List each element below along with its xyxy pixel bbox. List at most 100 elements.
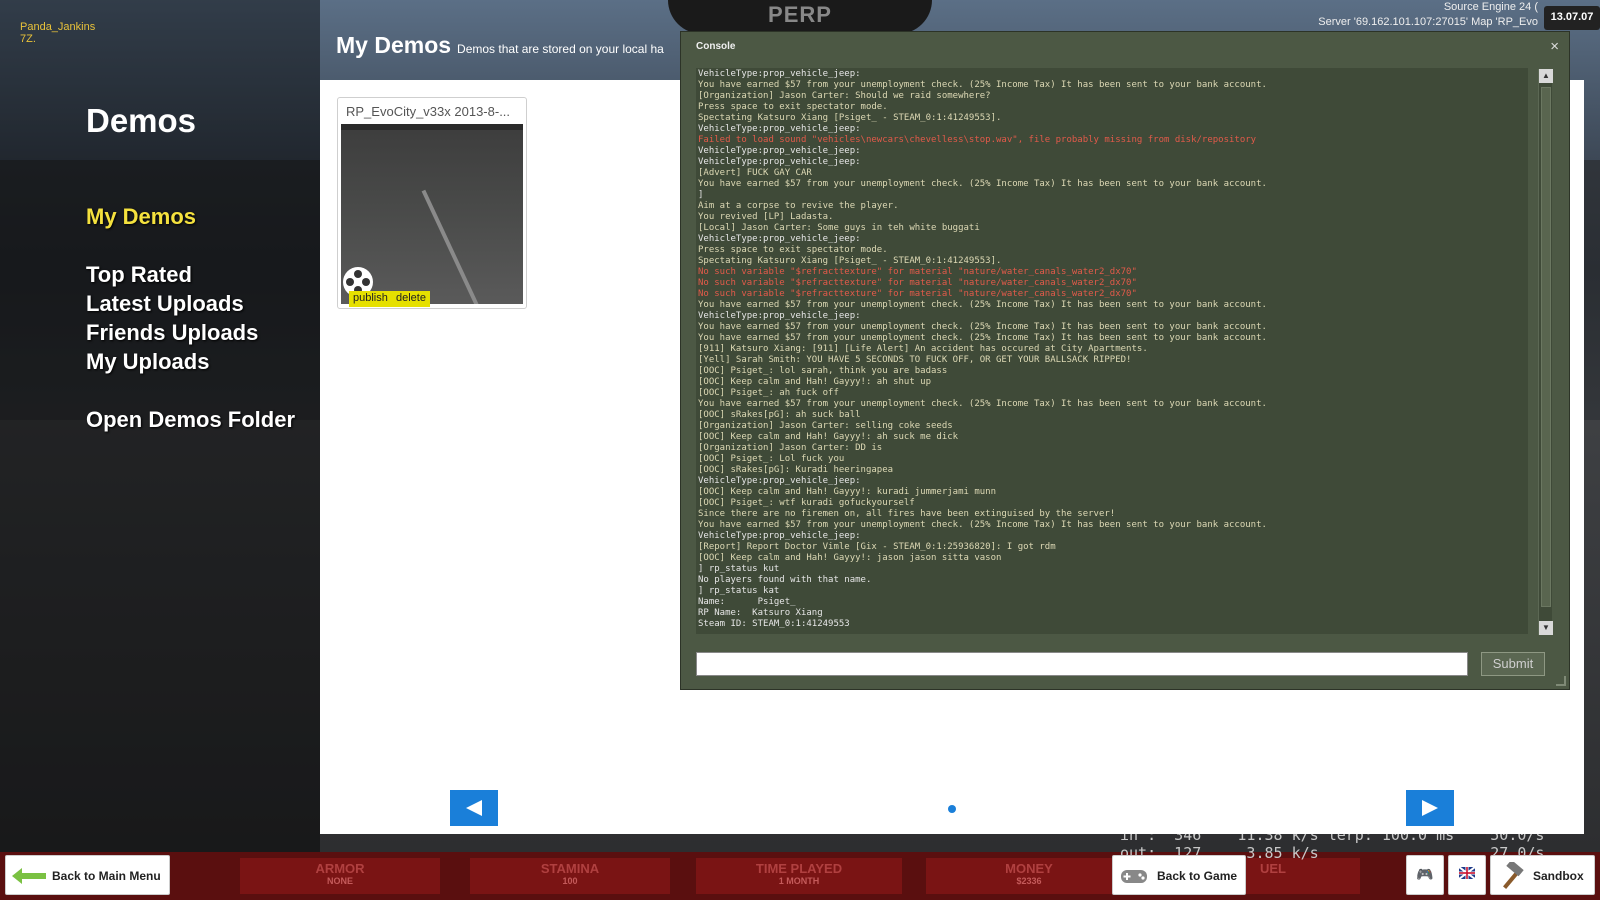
uk-flag-icon[interactable]	[1448, 855, 1486, 895]
thumb-edge	[341, 124, 523, 130]
console-line: [Local] Jason Carter: Some guys in teh w…	[698, 223, 980, 233]
arrow-left-icon	[466, 800, 482, 816]
console-line: [OOC] Keep calm and Hah! Gayyy!: kuradi …	[698, 487, 997, 497]
console-line: You have earned $57 from your unemployme…	[698, 300, 1267, 310]
console-line: Press space to exit spectator mode.	[698, 245, 888, 255]
console-log[interactable]: VehicleType:prop_vehicle_jeep: You have e…	[696, 68, 1528, 634]
page-subtitle: Demos that are stored on your local ha	[457, 42, 664, 56]
console-line: ]	[698, 190, 704, 200]
engine-info: Source Engine 24 ( Server '69.162.101.10…	[1318, 0, 1538, 30]
console-line: VehicleType:prop_vehicle_jeep:	[698, 146, 861, 156]
demo-title: RP_EvoCity_v33x 2013-8-...	[346, 104, 511, 119]
sidebar-item-my-demos[interactable]: My Demos	[86, 204, 196, 230]
back-to-game-label: Back to Game	[1157, 869, 1238, 883]
console-line: You have earned $57 from your unemployme…	[698, 179, 1267, 189]
page-title: My Demos Demos that are stored on your lo…	[336, 32, 664, 59]
sidebar-title: Demos	[86, 102, 197, 139]
console-line: You have earned $57 from your unemployme…	[698, 322, 1267, 332]
console-line: You have earned $57 from your unemployme…	[698, 80, 1267, 90]
sidebar-item-top-rated[interactable]: Top Rated	[86, 262, 192, 288]
console-command-input[interactable]	[696, 652, 1468, 676]
player-sub-text: 7Z.	[20, 33, 36, 45]
console-submit-button[interactable]: Submit	[1481, 652, 1545, 676]
server-line: Server '69.162.101.107:27015' Map 'RP_Ev…	[1318, 16, 1538, 28]
page-indicator-dot[interactable]	[948, 805, 956, 813]
console-line: ] rp_status kat	[698, 586, 780, 596]
console-line: You have earned $57 from your unemployme…	[698, 520, 1267, 530]
console-line: [911] Katsuro Xiang: [911] [Life Alert] …	[698, 344, 1148, 354]
engine-line: Source Engine 24 (	[1443, 1, 1538, 13]
console-line: VehicleType:prop_vehicle_jeep:	[698, 69, 861, 79]
hud-armor-value: NONE	[326, 876, 353, 886]
console-line: You revived [LP] Ladasta.	[698, 212, 834, 222]
thumb-road-line	[421, 189, 485, 304]
console-line: Aim at a corpse to revive the player.	[698, 201, 899, 211]
hud-money-label: MONEY	[1005, 861, 1053, 876]
game-logo: PERP	[668, 0, 932, 34]
previous-page-button[interactable]	[450, 790, 498, 826]
console-line: Failed to load sound "vehicles\newcars\c…	[698, 135, 1257, 145]
hud-stamina-value: 100	[562, 876, 578, 886]
console-line: Spectating Katsuro Xiang [Psiget_ - STEA…	[698, 113, 1002, 123]
date-badge: 13.07.07	[1544, 6, 1600, 30]
console-line: [OOC] Keep calm and Hah! Gayyy!: jason j…	[698, 553, 1002, 563]
console-line: Spectating Katsuro Xiang [Psiget_ - STEA…	[698, 256, 1002, 266]
console-scrollbar[interactable]: ▲ ▼	[1538, 69, 1553, 635]
arrow-right-icon	[1422, 800, 1438, 816]
back-to-game-button[interactable]: Back to Game	[1112, 855, 1246, 895]
hud-money: MONEY $2336	[926, 858, 1132, 894]
console-line: [Advert] FUCK GAY CAR	[698, 168, 812, 178]
console-line: [Organization] Jason Carter: Should we r…	[698, 91, 991, 101]
delete-button[interactable]: delete	[392, 291, 430, 307]
console-line: No such variable "$refracttexture" for m…	[698, 278, 1137, 288]
console-line: [Organization] Jason Carter: selling cok…	[698, 421, 953, 431]
player-name-text: Panda_Jankins	[20, 21, 96, 33]
sidebar-item-open-demos-folder[interactable]: Open Demos Folder	[86, 407, 295, 433]
console-line: VehicleType:prop_vehicle_jeep:	[698, 531, 861, 541]
sandbox-button[interactable]: Sandbox	[1490, 855, 1595, 895]
sidebar-item-latest-uploads[interactable]: Latest Uploads	[86, 291, 244, 317]
scroll-down-icon[interactable]: ▼	[1539, 621, 1553, 635]
console-window: Console × VehicleType:prop_vehicle_jeep:…	[680, 31, 1570, 690]
sandbox-label: Sandbox	[1533, 869, 1584, 883]
gamepad-small-icon[interactable]: 🎮	[1406, 855, 1444, 895]
console-line: You have earned $57 from your unemployme…	[698, 333, 1267, 343]
console-line: [OOC] Keep calm and Hah! Gayyy!: ah shut…	[698, 377, 931, 387]
console-line: VehicleType:prop_vehicle_jeep:	[698, 124, 861, 134]
sidebar-item-my-uploads[interactable]: My Uploads	[86, 349, 209, 375]
scroll-up-icon[interactable]: ▲	[1539, 69, 1553, 83]
player-name: Panda_Jankins 7Z.	[20, 21, 95, 45]
hud-armor-label: ARMOR	[315, 861, 365, 876]
next-page-button[interactable]	[1406, 790, 1454, 826]
console-line: You have earned $57 from your unemployme…	[698, 399, 1267, 409]
console-line: [OOC] Psiget_: lol sarah, think you are …	[698, 366, 948, 376]
console-line: Steam ID: STEAM_0:1:41249553	[698, 619, 850, 629]
console-line: [Report] Report Doctor Vimle [Gix - STEA…	[698, 542, 1056, 552]
hammer-icon	[1503, 862, 1524, 889]
console-line: VehicleType:prop_vehicle_jeep:	[698, 311, 861, 321]
console-line: Since there are no firemen on, all fires…	[698, 509, 1116, 519]
scroll-thumb[interactable]	[1541, 87, 1551, 607]
console-line: [OOC] sRakes[pG]: Kuradi heeringapea	[698, 465, 894, 475]
console-line: [OOC] sRakes[pG]: ah suck ball	[698, 410, 861, 420]
console-line: [OOC] Psiget_: Lol fuck you	[698, 454, 845, 464]
resize-grip-icon[interactable]	[1556, 676, 1566, 686]
console-line: [Organization] Jason Carter: DD is	[698, 443, 883, 453]
hud-time-played: TIME PLAYED 1 MONTH	[696, 858, 902, 894]
console-line: No such variable "$refracttexture" for m…	[698, 267, 1137, 277]
publish-button[interactable]: publish	[349, 291, 392, 307]
gamepad-icon	[1121, 870, 1147, 883]
demo-card[interactable]: RP_EvoCity_v33x 2013-8-... publish delet…	[337, 97, 527, 309]
hud-time-label: TIME PLAYED	[755, 861, 843, 876]
close-icon[interactable]: ×	[1550, 38, 1559, 55]
console-line: ] rp_status kut	[698, 564, 780, 574]
console-line: [OOC] Keep calm and Hah! Gayyy!: ah suck…	[698, 432, 959, 442]
sidebar-item-friends-uploads[interactable]: Friends Uploads	[86, 320, 258, 346]
back-to-main-menu-button[interactable]: Back to Main Menu	[5, 855, 170, 895]
console-line: VehicleType:prop_vehicle_jeep:	[698, 157, 861, 167]
console-line: No such variable "$refracttexture" for m…	[698, 289, 1137, 299]
console-line: VehicleType:prop_vehicle_jeep:	[698, 476, 861, 486]
console-line: [OOC] Psiget_: ah fuck off	[698, 388, 839, 398]
demo-thumbnail[interactable]	[341, 124, 523, 304]
back-to-main-menu-label: Back to Main Menu	[52, 869, 161, 883]
